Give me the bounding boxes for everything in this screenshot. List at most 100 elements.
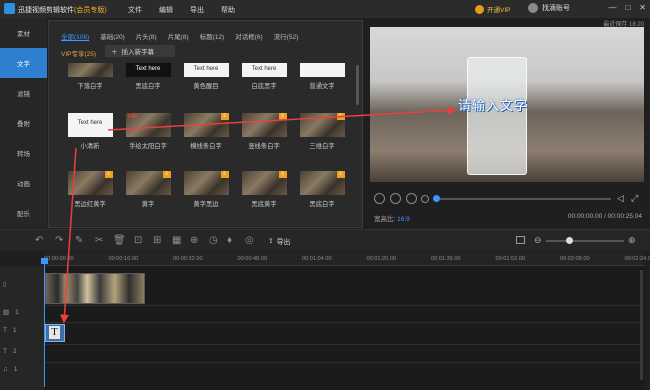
insert-subtitle-button[interactable]: ＋ 插入新字幕 (105, 45, 175, 57)
library-tab[interactable]: 片尾(8) (168, 31, 189, 41)
library-tabs: 全部(106) 基础(20) 片头(8) 片尾(8) 标题(12) 对话框(6) 流行(52… (61, 31, 298, 41)
template-label: 横线条白字 (190, 143, 222, 150)
download-icon[interactable]: ⇩ (336, 113, 345, 120)
account-label: 找滴账号 (542, 5, 570, 12)
tab-vip[interactable]: VIP专享(25) (61, 48, 96, 58)
track-header[interactable]: ♫ 1 (3, 366, 18, 373)
library-tab[interactable]: 对话框(6) (235, 31, 262, 41)
fit-timeline-icon[interactable] (516, 236, 525, 244)
library-tab[interactable]: 片头(8) (136, 31, 157, 41)
text-template-tile[interactable]: ⇩ 黄字黑边 (181, 171, 231, 208)
text-template-tile[interactable]: Text here 黄色醒目 (181, 63, 231, 90)
redo-icon[interactable]: ↷ (55, 235, 63, 246)
library-scrollbar[interactable] (356, 65, 359, 105)
text-template-tile[interactable]: ⇩ 黑底白字 (297, 171, 347, 208)
template-thumbnail: ⇩ (241, 171, 287, 195)
timeline-scrollbar[interactable] (640, 270, 643, 380)
zoom-slider[interactable] (546, 240, 624, 242)
nav-item[interactable]: 动画 (0, 168, 47, 198)
close-icon[interactable]: ✕ (639, 3, 646, 12)
zoom-slider-knob[interactable] (566, 237, 574, 244)
text-clip[interactable]: T (45, 324, 65, 342)
microphone-icon[interactable]: ♦ (227, 235, 232, 246)
nav-item[interactable]: 转场 (0, 138, 47, 168)
zoom-in-icon[interactable]: ⊕ (628, 235, 636, 246)
text-template-tile[interactable]: VIP 手绘太阳白字 (123, 113, 173, 150)
open-vip-button[interactable]: 开通VIP (475, 3, 510, 15)
text-template-tile[interactable]: ⇩ 黄字 (123, 171, 173, 208)
minimize-icon[interactable]: — (608, 3, 616, 12)
template-thumbnail: Text here (241, 63, 287, 77)
next-frame-icon[interactable] (421, 195, 429, 203)
menu-help[interactable]: 帮助 (221, 5, 252, 15)
text-template-tile[interactable]: ⇩ 三维白字 (297, 113, 347, 150)
library-tab[interactable]: 基础(20) (100, 31, 125, 41)
nav-item[interactable]: 素材 (0, 18, 47, 48)
edit-icon[interactable]: ✎ (75, 235, 83, 246)
ruler-tick-label: 00:02:24.00 (624, 256, 650, 262)
delete-icon[interactable]: 🗑 (113, 235, 126, 246)
menu-file[interactable]: 文件 (128, 5, 159, 15)
mosaic-icon[interactable]: ▦ (172, 235, 181, 246)
prev-frame-icon[interactable] (374, 193, 385, 204)
export-button[interactable]: ⇪ 导出 (268, 236, 290, 246)
download-icon[interactable]: ⇩ (220, 171, 229, 178)
seek-bar[interactable] (436, 198, 611, 200)
nav-item[interactable]: 配乐 (0, 198, 47, 228)
fullscreen-icon[interactable]: ⤢ (631, 193, 638, 204)
maximize-icon[interactable]: □ (625, 3, 630, 12)
text-template-tile[interactable]: ⇩ 黑边红黄字 (65, 171, 115, 208)
library-tab[interactable]: 标题(12) (200, 31, 225, 41)
download-icon[interactable]: ⇩ (162, 171, 171, 178)
track-header[interactable]: ▯ (3, 280, 13, 288)
menu-edit[interactable]: 编辑 (159, 5, 190, 15)
preview-overlay-text[interactable]: 请输入文字 (458, 95, 528, 114)
text-template-tile[interactable]: Text here 白底黑字 (239, 63, 289, 90)
playhead[interactable] (44, 262, 45, 387)
template-label: 白底黑字 (251, 83, 277, 90)
account-button[interactable]: 找滴账号 (528, 3, 570, 13)
play-icon[interactable] (390, 193, 401, 204)
download-icon[interactable]: ⇩ (104, 171, 113, 178)
download-icon[interactable]: ⇩ (278, 113, 287, 120)
undo-icon[interactable]: ↶ (35, 235, 43, 246)
window-controls: — □ ✕ (608, 3, 646, 12)
nav-item[interactable]: 文字 (0, 48, 47, 78)
volume-icon[interactable]: ◁ (617, 193, 624, 204)
zoom-out-icon[interactable]: ⊖ (534, 235, 542, 246)
download-icon[interactable]: ⇩ (336, 171, 345, 178)
nav-item[interactable]: 叠附 (0, 108, 47, 138)
track-header[interactable]: T1 (3, 327, 17, 334)
menu-export[interactable]: 导出 (190, 5, 221, 15)
library-tab[interactable]: 全部(106) (61, 31, 89, 41)
text-template-tile[interactable]: 下落白字 (65, 63, 115, 90)
track-headers: ▯ ▨ 1 T 1 T 2 ♫ 1 (0, 266, 44, 390)
text-template-tile[interactable]: ⇩ 横线条白字 (181, 113, 231, 150)
timeline-ruler[interactable]: 00:00:00.00 00:00:16.00 00:00:32.00 00:00:4… (44, 252, 650, 266)
video-preview[interactable]: 请输入文字 (370, 27, 644, 182)
download-icon[interactable]: ⇩ (278, 171, 287, 178)
duration-icon[interactable]: ◷ (209, 235, 218, 246)
text-template-tile[interactable]: ⇩ 黑底黄字 (239, 171, 289, 208)
speed-icon[interactable]: ⊕ (190, 235, 198, 246)
track-number: 1 (12, 327, 17, 334)
aspect-ratio-value[interactable]: 16:9 (397, 216, 410, 223)
text-template-tile[interactable]: Text here 小清新 (65, 113, 115, 150)
nav-item[interactable]: 滤镜 (0, 78, 47, 108)
download-icon[interactable]: ⇩ (220, 113, 229, 120)
stop-icon[interactable] (406, 193, 417, 204)
freeze-icon[interactable]: ⊞ (153, 235, 161, 246)
track-header[interactable]: T2 (3, 348, 17, 355)
lane-divider (44, 344, 644, 345)
text-template-tile[interactable]: ⇩ 竖线条白字 (239, 113, 289, 150)
snapshot-icon[interactable]: ◎ (245, 235, 254, 246)
text-template-tile[interactable]: Text here 黑底白字 (123, 63, 173, 90)
seek-knob[interactable] (433, 195, 440, 202)
track-header[interactable]: ▨ 1 (3, 308, 19, 316)
split-icon[interactable]: ✂ (95, 235, 103, 246)
text-template-tile[interactable]: 普通文字 (297, 63, 347, 90)
text-clip-icon: T (49, 326, 60, 339)
crop-icon[interactable]: ⊡ (134, 235, 142, 246)
video-clip[interactable] (45, 273, 145, 304)
library-tab[interactable]: 流行(52) (274, 31, 299, 41)
